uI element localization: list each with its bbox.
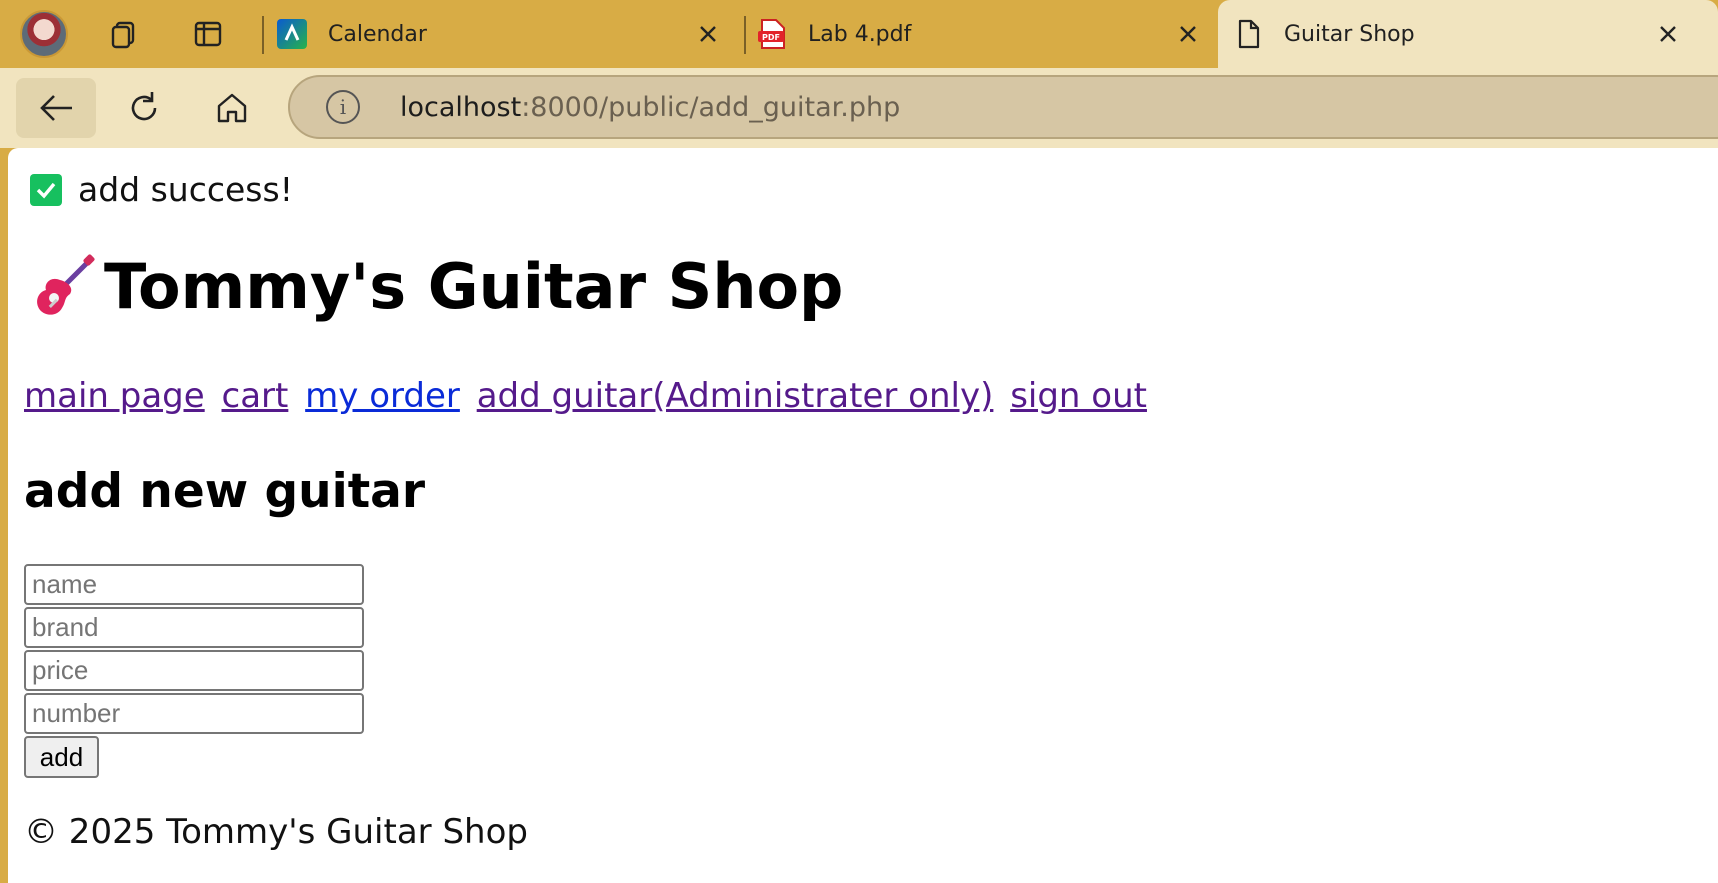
browser-toolbar: i localhost:8000/public/add_guitar.php	[0, 68, 1718, 148]
add-button[interactable]: add	[24, 736, 99, 778]
close-tab-icon[interactable]	[1174, 20, 1202, 48]
site-header: Tommy's Guitar Shop	[30, 250, 843, 323]
url-text: localhost:8000/public/add_guitar.php	[400, 91, 901, 123]
vertical-tabs-icon[interactable]	[186, 12, 230, 56]
success-message: add success!	[30, 170, 293, 209]
home-icon	[217, 93, 247, 123]
tab-strip: Calendar PDF Lab 4.pdf Guitar Shop	[0, 0, 1718, 68]
brand-input[interactable]	[24, 607, 364, 648]
tab-guitar-shop[interactable]: Guitar Shop	[1218, 0, 1718, 68]
tab-label: Guitar Shop	[1284, 21, 1415, 47]
nav-link-my-order[interactable]: my order	[305, 376, 460, 416]
main-nav: main page cart my order add guitar(Admin…	[24, 376, 1153, 416]
reload-button[interactable]	[104, 78, 184, 138]
reload-icon	[131, 92, 157, 121]
add-guitar-form: add	[24, 564, 364, 778]
pdf-favicon-icon: PDF	[756, 18, 788, 50]
price-input[interactable]	[24, 650, 364, 691]
tab-separator	[744, 16, 746, 54]
calendar-favicon-icon	[276, 18, 308, 50]
arrow-left-icon	[40, 95, 72, 121]
nav-link-add-guitar[interactable]: add guitar(Administrater only)	[477, 376, 994, 416]
tab-separator	[262, 16, 264, 54]
name-input[interactable]	[24, 564, 364, 605]
nav-link-sign-out[interactable]: sign out	[1010, 376, 1147, 416]
address-bar[interactable]: i localhost:8000/public/add_guitar.php	[288, 75, 1718, 139]
guitar-icon	[37, 253, 95, 315]
checkmark-icon	[30, 173, 62, 206]
section-title: add new guitar	[24, 464, 426, 519]
success-text: add success!	[78, 170, 293, 209]
site-info-icon[interactable]: i	[326, 90, 360, 124]
tab-calendar[interactable]: Calendar	[276, 0, 736, 68]
nav-link-cart[interactable]: cart	[222, 376, 289, 416]
footer-text: © 2025 Tommy's Guitar Shop	[24, 812, 528, 852]
page-viewport: add success! Tommy's Guitar Shop main pa…	[8, 148, 1718, 883]
home-button[interactable]	[192, 78, 272, 138]
tab-label: Calendar	[328, 21, 427, 47]
close-tab-icon[interactable]	[694, 20, 722, 48]
tab-lab4-pdf[interactable]: PDF Lab 4.pdf	[756, 0, 1216, 68]
svg-text:PDF: PDF	[762, 33, 780, 42]
number-input[interactable]	[24, 693, 364, 734]
document-favicon-icon	[1232, 18, 1264, 50]
profile-avatar[interactable]	[20, 10, 68, 58]
back-button[interactable]	[16, 78, 96, 138]
workspaces-icon[interactable]	[102, 12, 146, 56]
close-tab-icon[interactable]	[1654, 20, 1682, 48]
tab-label: Lab 4.pdf	[808, 21, 912, 47]
site-title: Tommy's Guitar Shop	[104, 250, 844, 323]
nav-link-main-page[interactable]: main page	[24, 376, 205, 416]
